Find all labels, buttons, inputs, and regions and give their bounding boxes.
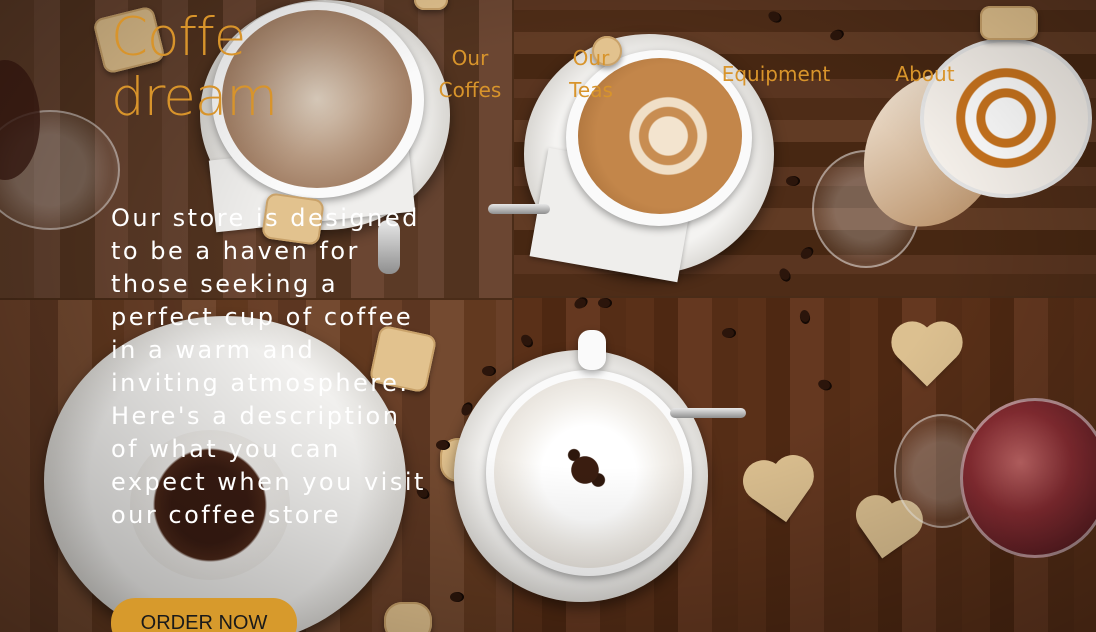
main-nav: Our Coffes Our Teas Equipment About [0, 0, 1096, 110]
nav-link-our-coffes[interactable]: Our Coffes [420, 42, 520, 106]
order-now-button[interactable]: ORDER NOW [111, 598, 297, 632]
nav-link-our-teas[interactable]: Our Teas [556, 42, 626, 106]
hero-description: Our store is designed to be a haven for … [111, 204, 426, 529]
nav-link-equipment[interactable]: Equipment [706, 58, 846, 90]
nav-link-about[interactable]: About [880, 58, 970, 90]
